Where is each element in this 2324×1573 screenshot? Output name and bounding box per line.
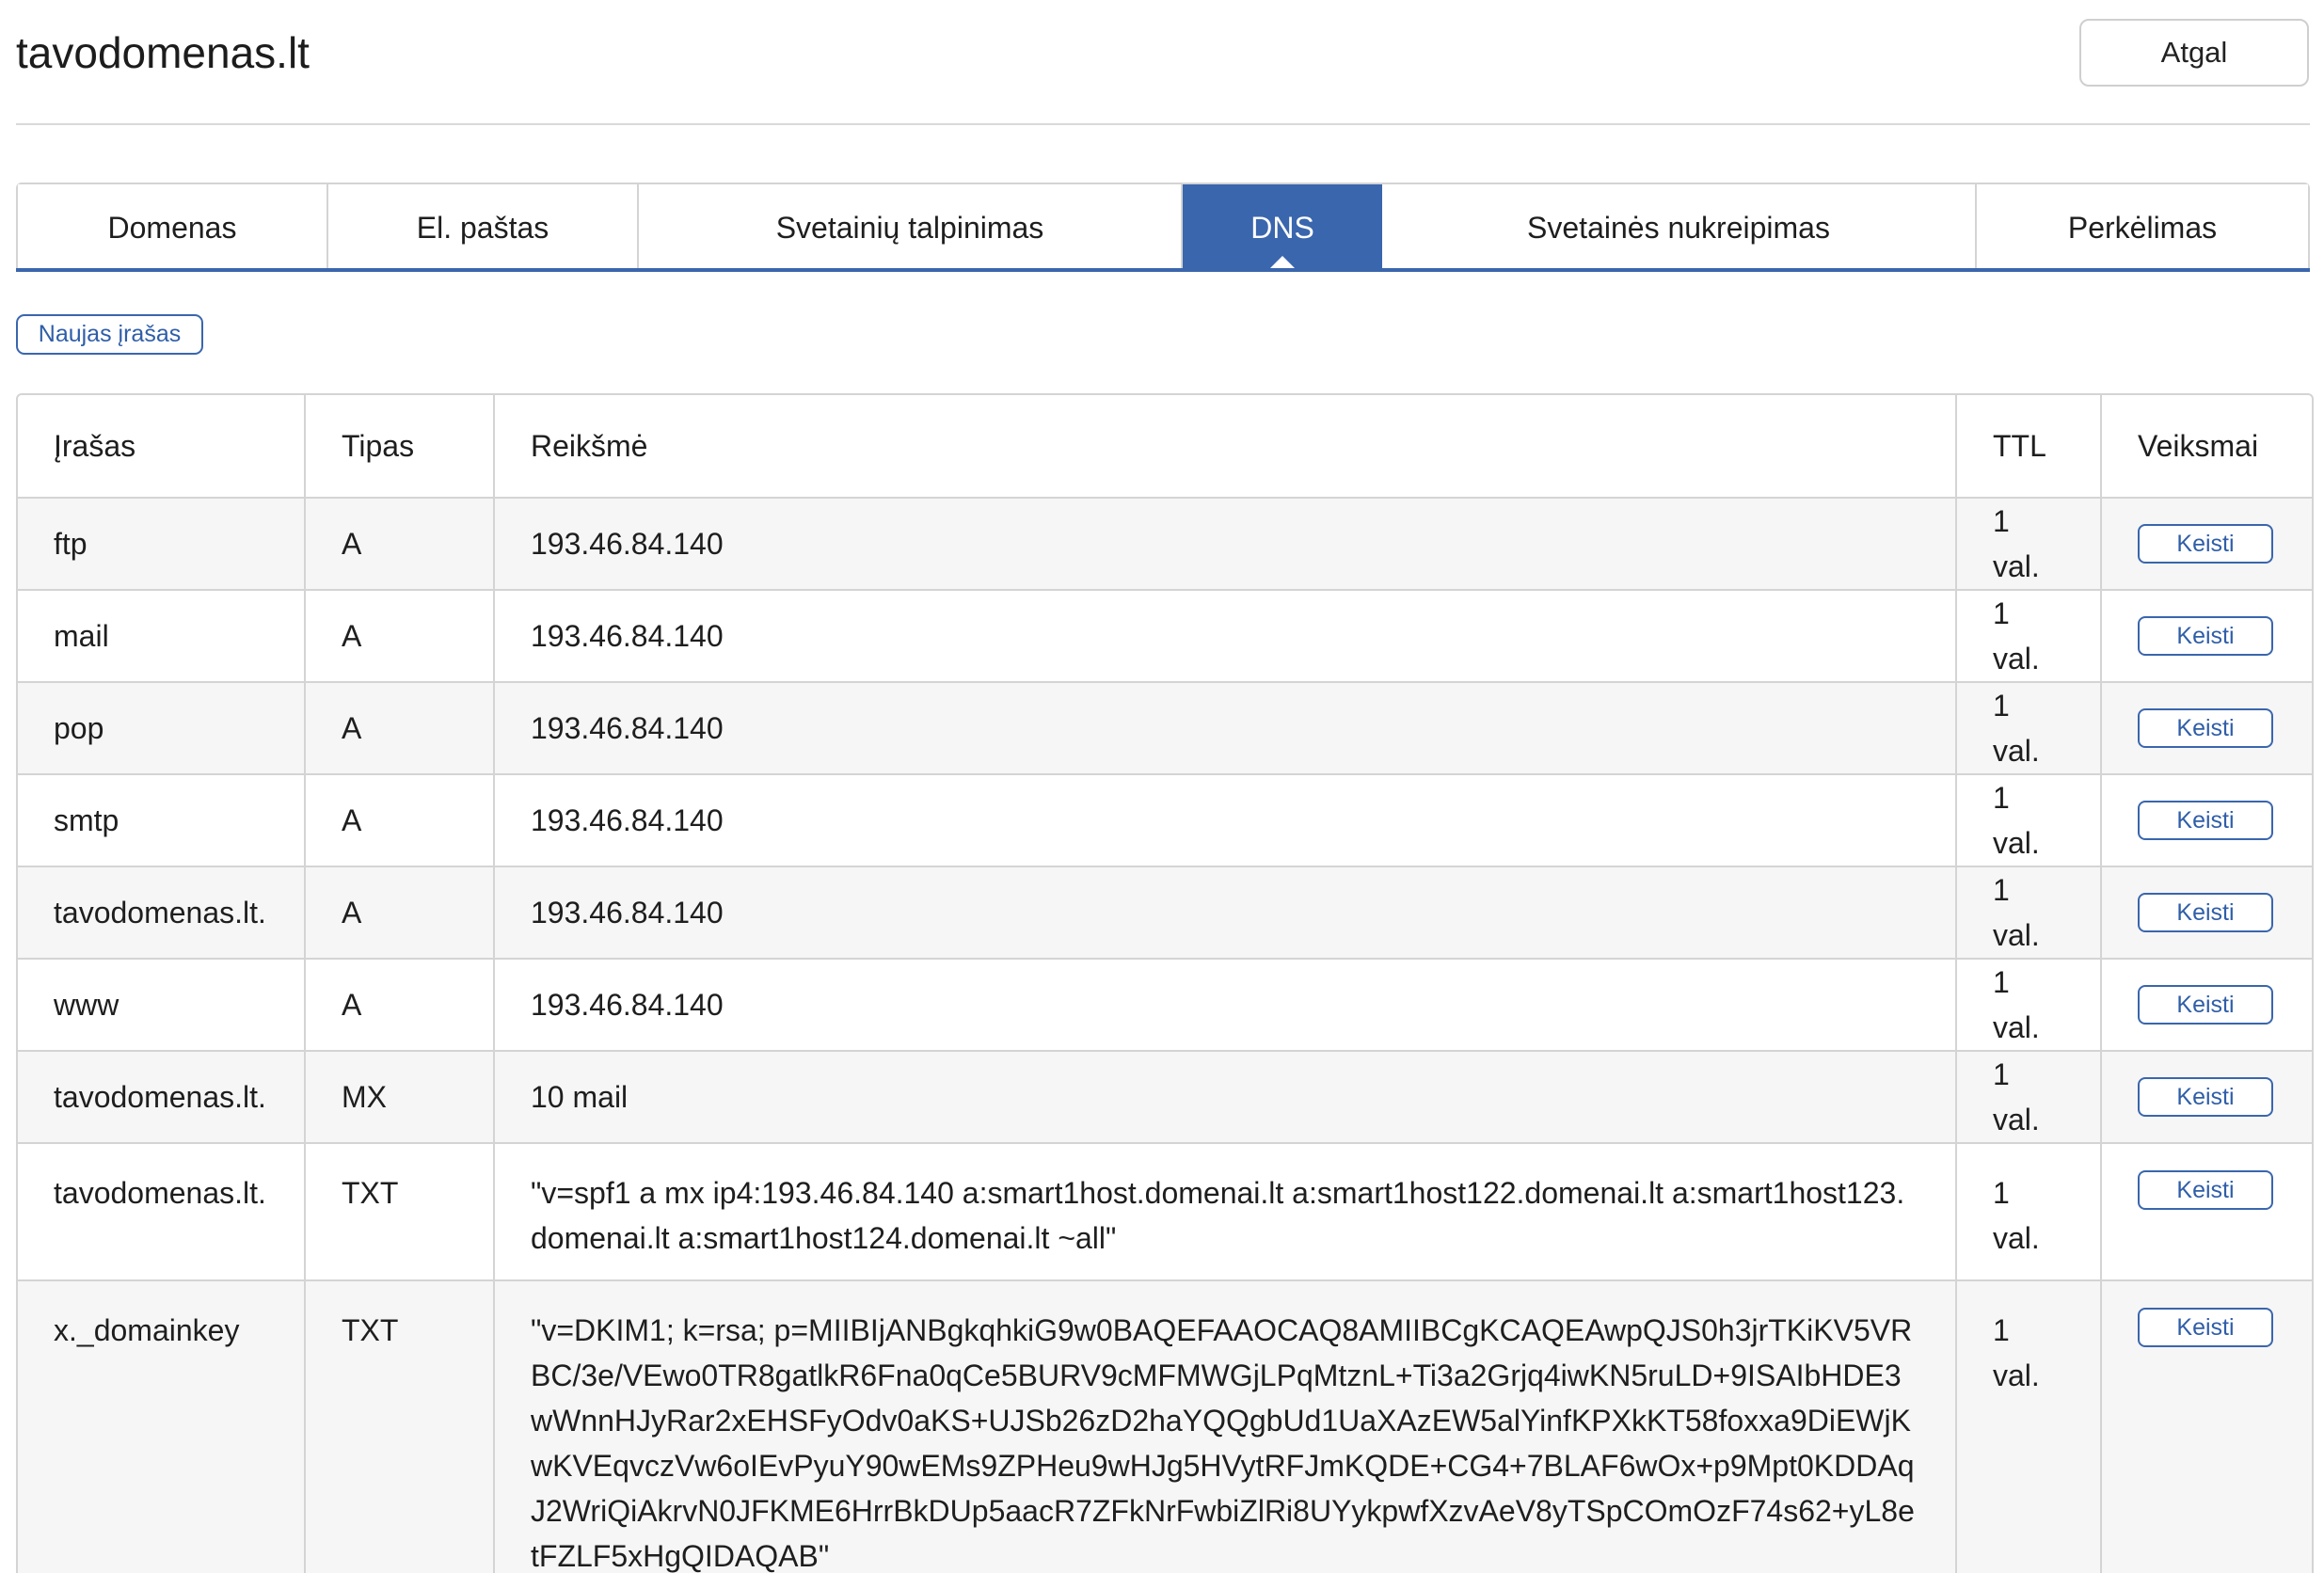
record-actions: Keisti xyxy=(2102,499,2312,591)
record-name: tavodomenas.lt. xyxy=(18,1052,306,1144)
tab-svetaines-nukreipimas[interactable]: Svetainės nukreipimas xyxy=(1382,184,1977,271)
table-row: tavodomenas.lt. MX 10 mail 1 val. Keisti xyxy=(18,1052,2312,1144)
column-header-type: Tipas xyxy=(306,395,495,499)
table-row: www A 193.46.84.140 1 val. Keisti xyxy=(18,960,2312,1052)
record-ttl: 1 val. xyxy=(1957,1144,2102,1281)
tab-dns[interactable]: DNS xyxy=(1183,184,1382,273)
record-ttl: 1 val. xyxy=(1957,867,2102,960)
record-actions: Keisti xyxy=(2102,591,2312,683)
page-title: tavodomenas.lt xyxy=(16,28,310,77)
record-ttl: 1 val. xyxy=(1957,683,2102,775)
record-ttl: 1 val. xyxy=(1957,1281,2102,1573)
tab-el-pastas[interactable]: El. paštas xyxy=(328,184,639,271)
edit-button[interactable]: Keisti xyxy=(2138,801,2273,840)
edit-button[interactable]: Keisti xyxy=(2138,1170,2273,1210)
record-actions: Keisti xyxy=(2102,775,2312,867)
record-actions: Keisti xyxy=(2102,1052,2312,1144)
record-value: "v=DKIM1; k=rsa; p=MIIBIjANBgkqhkiG9w0BA… xyxy=(495,1281,1957,1573)
record-type: TXT xyxy=(306,1144,495,1281)
page-header: tavodomenas.lt Atgal xyxy=(16,0,2310,125)
record-name: www xyxy=(18,960,306,1052)
record-name: ftp xyxy=(18,499,306,591)
column-header-record: Įrašas xyxy=(18,395,306,499)
table-row: smtp A 193.46.84.140 1 val. Keisti xyxy=(18,775,2312,867)
new-record-button[interactable]: Naujas įrašas xyxy=(16,314,203,355)
record-type: A xyxy=(306,683,495,775)
table-row: mail A 193.46.84.140 1 val. Keisti xyxy=(18,591,2312,683)
record-name: tavodomenas.lt. xyxy=(18,1144,306,1281)
record-actions: Keisti xyxy=(2102,1281,2312,1573)
record-value: 10 mail xyxy=(495,1052,1957,1144)
record-value: 193.46.84.140 xyxy=(495,499,1957,591)
edit-button[interactable]: Keisti xyxy=(2138,893,2273,932)
record-type: A xyxy=(306,499,495,591)
record-type: A xyxy=(306,591,495,683)
record-name: pop xyxy=(18,683,306,775)
tab-perkelimas[interactable]: Perkėlimas xyxy=(1977,184,2308,271)
record-actions: Keisti xyxy=(2102,683,2312,775)
dns-records-table: Įrašas Tipas Reikšmė TTL Veiksmai ftp A … xyxy=(16,393,2314,1573)
table-row: pop A 193.46.84.140 1 val. Keisti xyxy=(18,683,2312,775)
record-type: MX xyxy=(306,1052,495,1144)
tab-dns-label: DNS xyxy=(1250,210,1314,245)
record-actions: Keisti xyxy=(2102,867,2312,960)
tab-bar: Domenas El. paštas Svetainių talpinimas … xyxy=(16,183,2310,273)
tab-svetainiu-talpinimas[interactable]: Svetainių talpinimas xyxy=(639,184,1183,271)
table-row: tavodomenas.lt. TXT "v=spf1 a mx ip4:193… xyxy=(18,1144,2312,1281)
tabs-underline xyxy=(16,268,2310,272)
table-row: x._domainkey TXT "v=DKIM1; k=rsa; p=MIIB… xyxy=(18,1281,2312,1573)
record-type: A xyxy=(306,775,495,867)
record-value: 193.46.84.140 xyxy=(495,683,1957,775)
edit-button[interactable]: Keisti xyxy=(2138,616,2273,656)
edit-button[interactable]: Keisti xyxy=(2138,1308,2273,1347)
record-type: A xyxy=(306,867,495,960)
record-value: 193.46.84.140 xyxy=(495,775,1957,867)
record-value: "v=spf1 a mx ip4:193.46.84.140 a:smart1h… xyxy=(495,1144,1957,1281)
record-ttl: 1 val. xyxy=(1957,499,2102,591)
record-ttl: 1 val. xyxy=(1957,591,2102,683)
edit-button[interactable]: Keisti xyxy=(2138,708,2273,748)
table-header-row: Įrašas Tipas Reikšmė TTL Veiksmai xyxy=(18,395,2312,499)
record-name: tavodomenas.lt. xyxy=(18,867,306,960)
tab-domenas[interactable]: Domenas xyxy=(18,184,328,271)
record-ttl: 1 val. xyxy=(1957,1052,2102,1144)
edit-button[interactable]: Keisti xyxy=(2138,985,2273,1025)
record-type: TXT xyxy=(306,1281,495,1573)
record-type: A xyxy=(306,960,495,1052)
column-header-actions: Veiksmai xyxy=(2102,395,2312,499)
edit-button[interactable]: Keisti xyxy=(2138,1077,2273,1117)
record-actions: Keisti xyxy=(2102,960,2312,1052)
table-row: tavodomenas.lt. A 193.46.84.140 1 val. K… xyxy=(18,867,2312,960)
column-header-value: Reikšmė xyxy=(495,395,1957,499)
record-name: smtp xyxy=(18,775,306,867)
column-header-ttl: TTL xyxy=(1957,395,2102,499)
record-value: 193.46.84.140 xyxy=(495,867,1957,960)
record-ttl: 1 val. xyxy=(1957,960,2102,1052)
edit-button[interactable]: Keisti xyxy=(2138,524,2273,564)
record-name: x._domainkey xyxy=(18,1281,306,1573)
record-actions: Keisti xyxy=(2102,1144,2312,1281)
table-row: ftp A 193.46.84.140 1 val. Keisti xyxy=(18,499,2312,591)
record-ttl: 1 val. xyxy=(1957,775,2102,867)
back-button[interactable]: Atgal xyxy=(2079,19,2309,87)
record-value: 193.46.84.140 xyxy=(495,591,1957,683)
record-name: mail xyxy=(18,591,306,683)
record-value: 193.46.84.140 xyxy=(495,960,1957,1052)
